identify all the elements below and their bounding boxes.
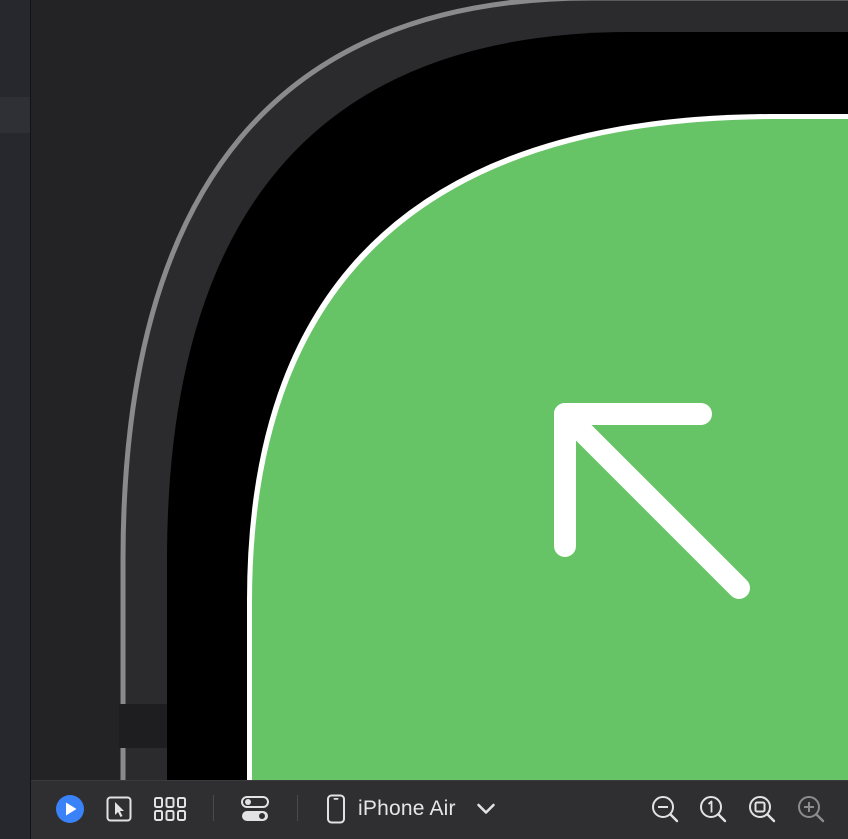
toolbar-divider [213,795,214,821]
device-name-label: iPhone Air [358,797,456,820]
variants-button[interactable] [153,794,187,824]
selectable-mode-button[interactable] [105,794,133,824]
frame-detail [119,704,167,748]
zoom-out-button[interactable] [650,794,680,824]
iphone-icon [327,794,345,824]
zoom-in-button[interactable] [796,794,826,824]
device-menu-button[interactable] [475,796,497,822]
device-selector-icon-button[interactable] [325,793,347,825]
toggle-settings-icon [241,796,269,821]
toolbar-divider [297,795,298,821]
grid-variants-icon [154,797,186,821]
zoom-to-fit-icon [749,796,776,823]
zoom-in-icon [798,796,825,823]
preview-canvas [31,0,848,780]
cursor-select-icon [106,796,132,822]
device-selector[interactable]: iPhone Air [358,794,456,824]
xcode-preview-window: iPhone Air [0,0,848,839]
sidebar-selected-row[interactable] [0,97,30,133]
zoom-actual-size-icon [700,796,727,823]
left-sidebar [0,0,31,839]
device-preview-svg [119,0,848,780]
play-circle-icon [56,795,84,823]
zoom-to-fit-button[interactable] [747,794,777,824]
zoom-out-icon [652,796,679,823]
preview-settings-button[interactable] [239,794,271,824]
chevron-down-icon [477,803,495,814]
live-preview-button[interactable] [55,794,85,824]
preview-toolbar: iPhone Air [31,780,848,839]
zoom-actual-size-button[interactable] [698,794,728,824]
